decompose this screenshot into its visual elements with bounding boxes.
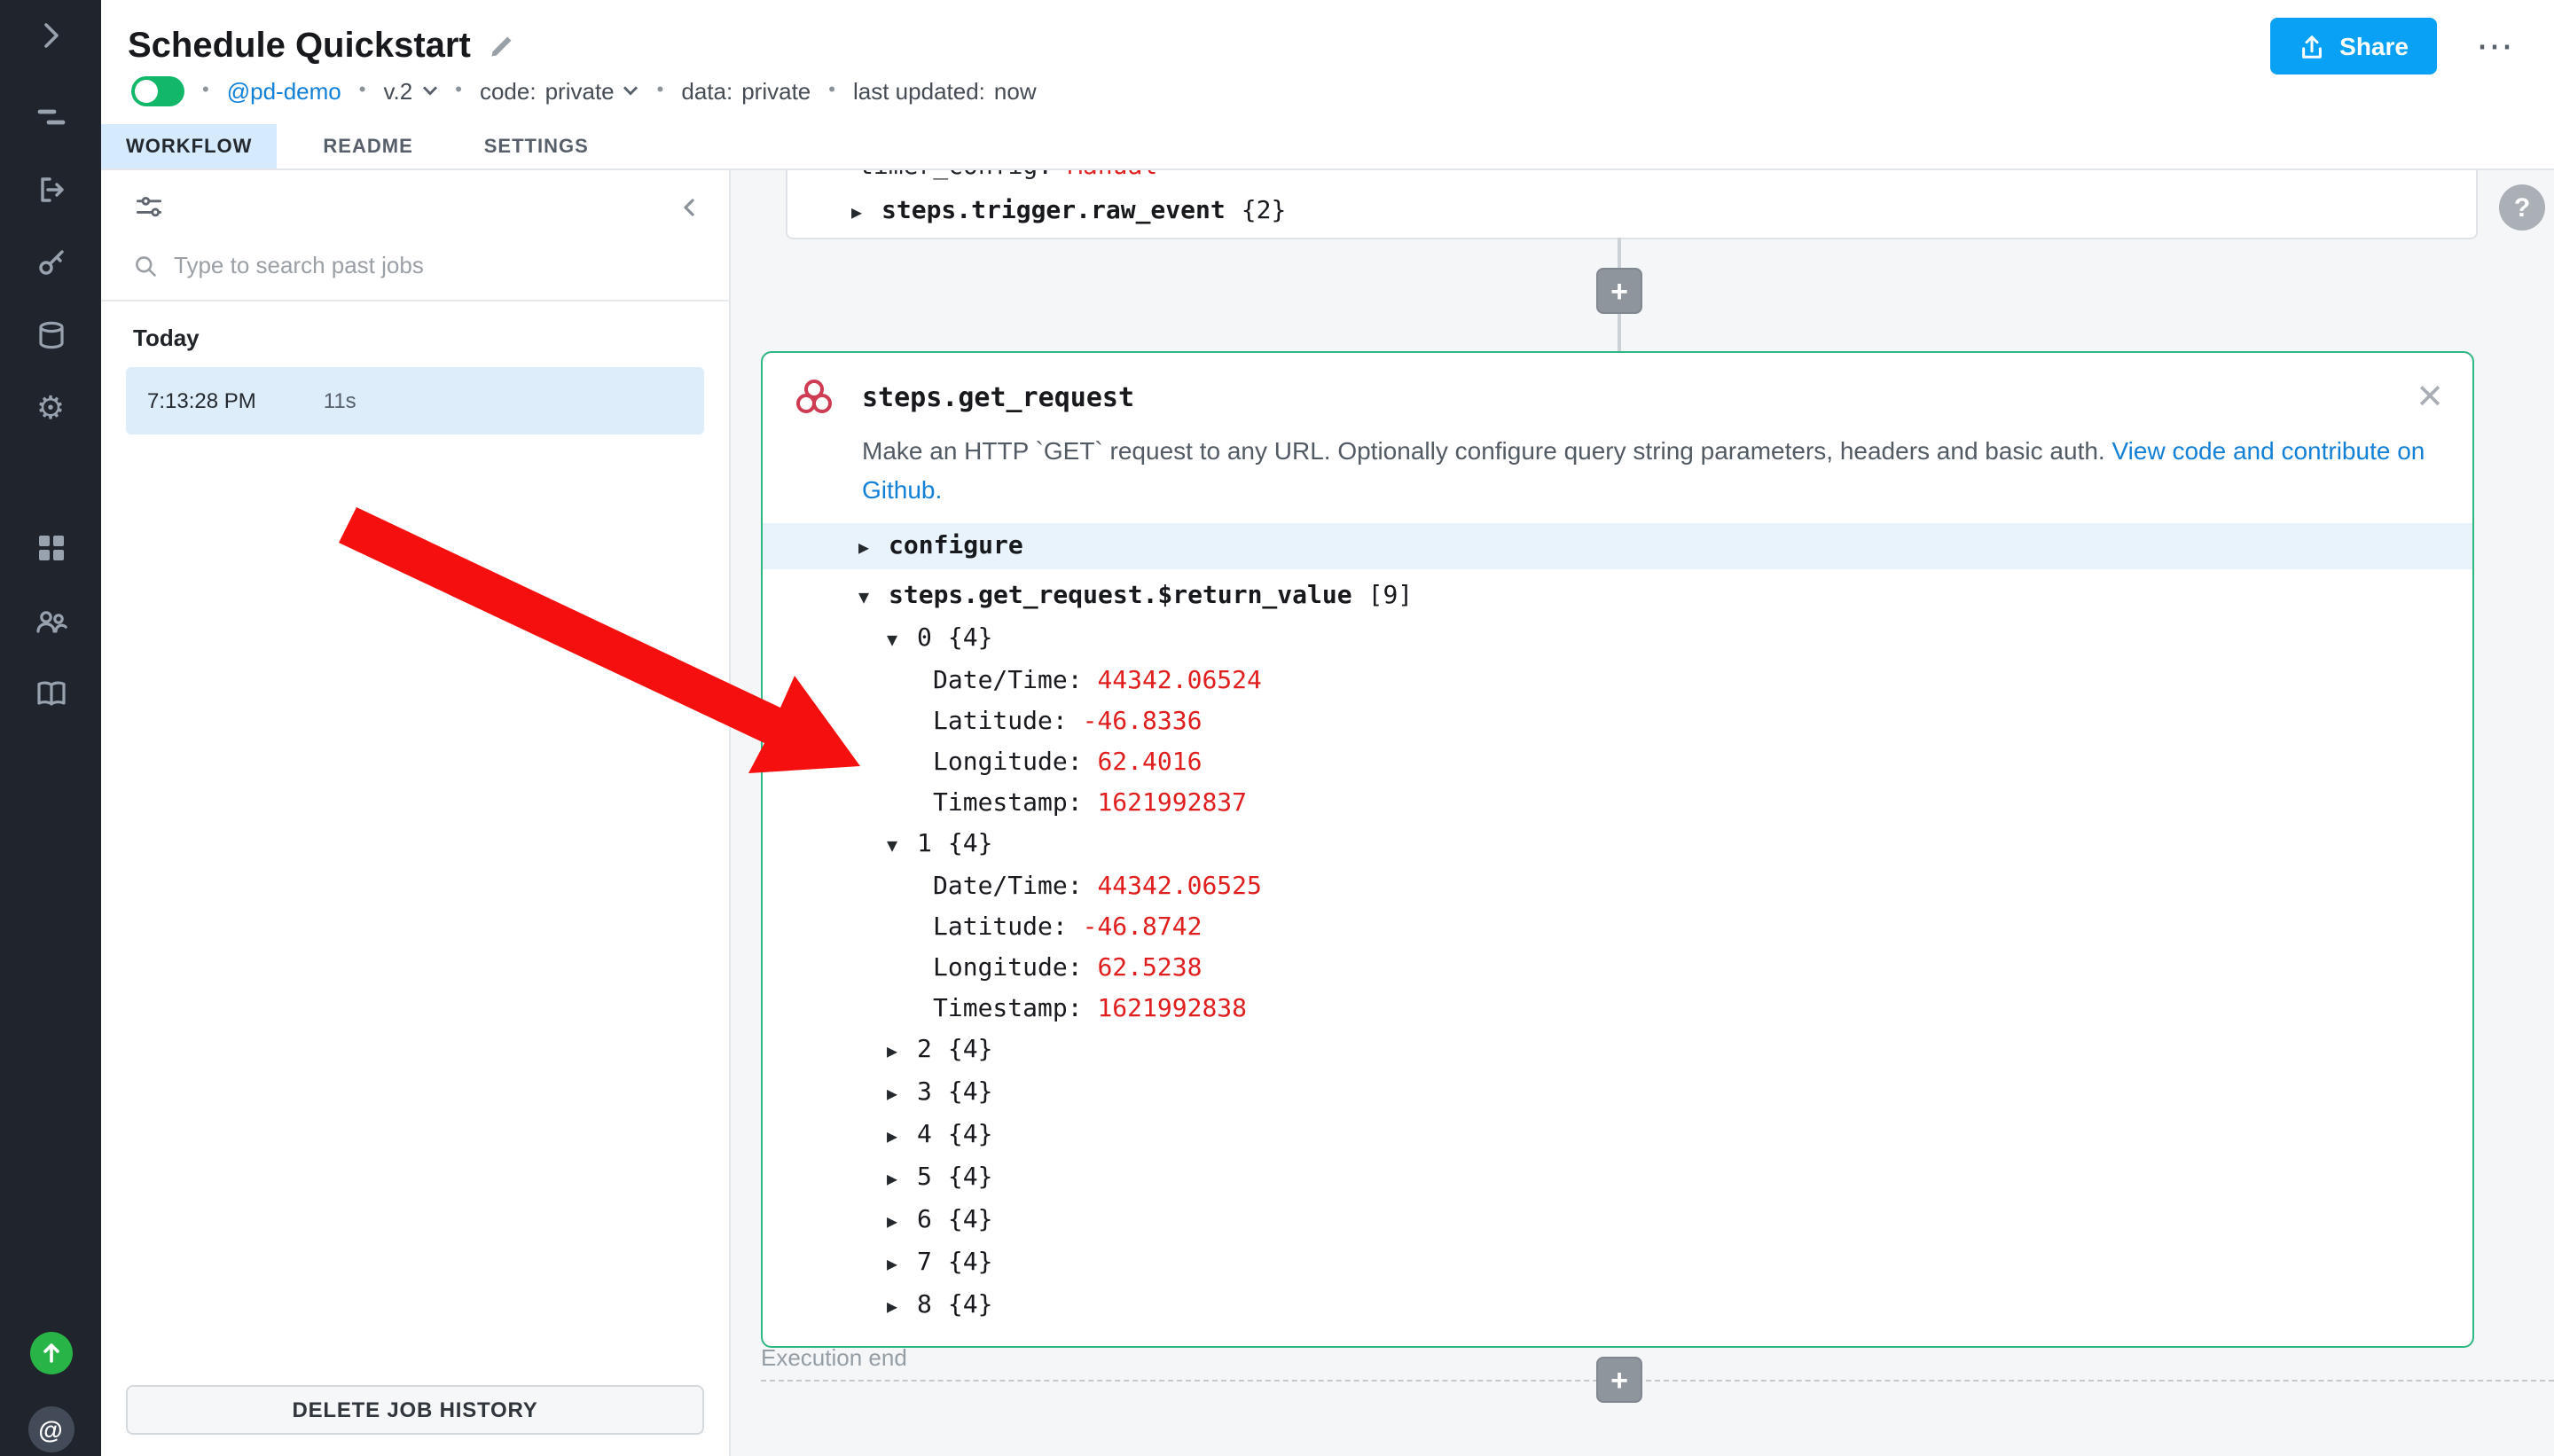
field-row: Date/Time: 44342.06524 [858, 661, 2444, 702]
tree-item-4[interactable]: ▶4{4} [858, 1115, 2444, 1158]
result-tree: ▼steps.get_request.$return_value[9] ▼0{4… [791, 576, 2444, 1328]
job-search-input[interactable] [174, 252, 701, 278]
account-link[interactable]: @pd-demo [227, 77, 341, 104]
step-title: steps.get_request [862, 381, 2416, 413]
triangle-right-icon: ▶ [887, 1160, 917, 1201]
delete-job-history-button[interactable]: DELETE JOB HISTORY [126, 1385, 704, 1435]
field-row: Timestamp: 1621992838 [858, 990, 2444, 1030]
execution-end-divider [761, 1380, 2554, 1382]
trigger-timer-config-line: timer_config: Manual [858, 170, 1157, 186]
tree-item-5[interactable]: ▶5{4} [858, 1158, 2444, 1201]
triangle-right-icon: ▶ [851, 193, 881, 236]
pipedream-pipe-icon[interactable] [33, 99, 68, 135]
tab-readme[interactable]: README [298, 124, 437, 168]
separator-dot: • [359, 80, 366, 101]
settings-gear-icon[interactable]: ⚙ [33, 390, 68, 426]
step-description: Make an HTTP `GET` request to any URL. O… [862, 431, 2444, 509]
triangle-right-icon: ▶ [887, 1202, 917, 1243]
main-column: Schedule Quickstart Share ⋯ • @pd-demo • [101, 0, 2554, 1456]
last-updated-label: last updated: now [853, 77, 1037, 104]
tree-item-6[interactable]: ▶6{4} [858, 1201, 2444, 1243]
account-at-icon[interactable]: @ [27, 1406, 74, 1452]
separator-dot: • [828, 80, 835, 101]
apps-grid-icon[interactable] [33, 530, 68, 566]
search-icon [133, 253, 158, 278]
job-search-row [101, 241, 729, 301]
triangle-right-icon: ▶ [887, 1117, 917, 1158]
pencil-icon [489, 32, 517, 60]
code-visibility-selector[interactable]: code: private [480, 77, 639, 104]
run-export-icon[interactable] [33, 172, 68, 207]
jobs-section-label: Today [101, 301, 729, 367]
trigger-step-card: timer_config: Manual ▶steps.trigger.raw_… [786, 170, 2478, 239]
tree-item-7[interactable]: ▶7{4} [858, 1243, 2444, 1286]
separator-dot: • [455, 80, 462, 101]
more-options-button[interactable]: ⋯ [2476, 27, 2515, 65]
separator-dot: • [202, 80, 209, 101]
tab-workflow[interactable]: WORKFLOW [101, 124, 277, 168]
configure-section-row[interactable]: ▶configure [763, 523, 2472, 569]
tree-item-0[interactable]: ▼0{4} [858, 619, 2444, 661]
help-button[interactable]: ? [2499, 184, 2545, 231]
jobs-panel: Today 7:13:28 PM 11s DELETE JOB HISTORY [101, 170, 731, 1456]
field-row: Date/Time: 44342.06525 [858, 867, 2444, 908]
field-row: Timestamp: 1621992837 [858, 784, 2444, 825]
deploy-toggle[interactable] [131, 75, 184, 106]
database-icon[interactable] [33, 317, 68, 353]
triangle-right-icon: ▶ [887, 1245, 917, 1286]
result-tree-items: ▼0{4}Date/Time: 44342.06524Latitude: -46… [858, 619, 2444, 1328]
add-step-button-end[interactable]: + [1596, 1357, 1642, 1403]
chevron-down-icon [623, 85, 639, 96]
chevron-right-icon[interactable] [33, 18, 68, 53]
key-icon[interactable] [33, 245, 68, 280]
tree-item-1[interactable]: ▼1{4} [858, 825, 2444, 867]
tree-item-8[interactable]: ▶8{4} [858, 1286, 2444, 1328]
workflow-canvas: timer_config: Manual ▶steps.trigger.raw_… [731, 170, 2554, 1456]
docs-book-icon[interactable] [33, 676, 68, 711]
page-title: Schedule Quickstart [128, 26, 471, 67]
field-row: Longitude: 62.5238 [858, 949, 2444, 990]
app-window: ⚙ @ Schedule Quickstart [0, 0, 2554, 1456]
chevron-down-icon [421, 85, 437, 96]
job-list-item[interactable]: 7:13:28 PM 11s [126, 367, 704, 434]
pipedream-step-icon [791, 374, 837, 420]
execution-end-label: Execution end [761, 1344, 907, 1371]
tree-item-2[interactable]: ▶2{4} [858, 1030, 2444, 1073]
tab-bar: WORKFLOW README SETTINGS [101, 124, 2554, 170]
community-icon[interactable] [33, 603, 68, 638]
return-value-row[interactable]: ▼steps.get_request.$return_value[9] [858, 576, 2444, 619]
share-button[interactable]: Share [2270, 18, 2437, 74]
triangle-right-icon: ▶ [887, 1288, 917, 1328]
field-row: Longitude: 62.4016 [858, 743, 2444, 784]
triangle-right-icon: ▶ [887, 1032, 917, 1073]
version-selector[interactable]: v.2 [383, 77, 437, 104]
share-icon [2299, 33, 2325, 59]
tab-settings[interactable]: SETTINGS [459, 124, 614, 168]
triangle-down-icon: ▼ [858, 578, 889, 619]
add-step-button[interactable]: + [1596, 268, 1642, 314]
get-request-step-card[interactable]: steps.get_request ✕ Make an HTTP `GET` r… [761, 351, 2474, 1348]
app-sidebar: ⚙ @ [0, 0, 101, 1456]
job-duration: 11s [324, 388, 356, 413]
changelog-up-icon[interactable] [29, 1332, 72, 1374]
close-icon[interactable]: ✕ [2416, 380, 2444, 414]
triangle-down-icon: ▼ [887, 826, 917, 867]
triangle-down-icon: ▼ [887, 621, 917, 661]
job-time: 7:13:28 PM [147, 388, 256, 413]
filter-jobs-icon[interactable] [133, 192, 165, 223]
field-row: Latitude: -46.8336 [858, 702, 2444, 743]
field-row: Latitude: -46.8742 [858, 908, 2444, 949]
workflow-header: Schedule Quickstart Share ⋯ • @pd-demo • [101, 0, 2554, 170]
tree-item-3[interactable]: ▶3{4} [858, 1073, 2444, 1115]
collapse-panel-icon[interactable] [679, 197, 701, 218]
triangle-right-icon: ▶ [858, 527, 889, 573]
toggle-knob [135, 79, 158, 102]
separator-dot: • [657, 80, 664, 101]
triangle-right-icon: ▶ [887, 1075, 917, 1115]
data-visibility-label: data: private [681, 77, 811, 104]
trigger-raw-event-row[interactable]: ▶steps.trigger.raw_event{2} [851, 190, 1286, 236]
edit-title-button[interactable] [489, 32, 517, 60]
